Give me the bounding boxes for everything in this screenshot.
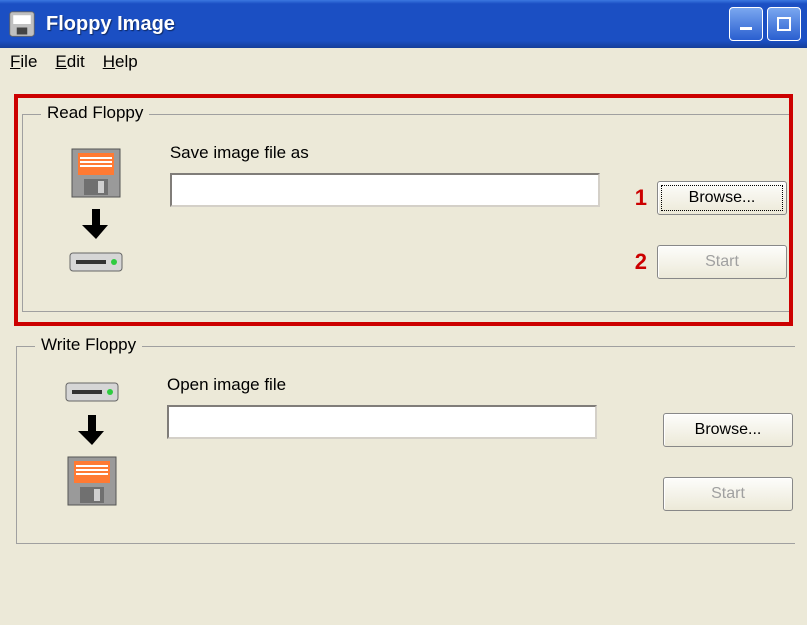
menu-edit[interactable]: Edit [55, 52, 84, 72]
annotation-1: 1 [625, 185, 647, 211]
annotation-2: 2 [625, 249, 647, 275]
titlebar: Floppy Image [0, 0, 807, 48]
group-read-floppy: Read Floppy [22, 114, 789, 312]
group-read-legend: Read Floppy [41, 103, 149, 123]
arrow-down-icon [82, 207, 110, 241]
drive-icon [68, 247, 124, 277]
client-area: Read Floppy [0, 78, 807, 570]
minimize-button[interactable] [729, 7, 763, 41]
read-path-input[interactable] [170, 173, 600, 207]
read-start-button[interactable]: Start [657, 245, 787, 279]
highlight-frame: Read Floppy [14, 94, 793, 326]
read-icon-column [23, 143, 170, 277]
menubar: File Edit Help [0, 48, 807, 78]
read-browse-button[interactable]: Browse... [657, 181, 787, 215]
write-icon-column [17, 375, 167, 509]
menu-help[interactable]: Help [103, 52, 138, 72]
write-label: Open image file [167, 375, 602, 395]
read-label: Save image file as [170, 143, 600, 163]
menu-file[interactable]: File [10, 52, 37, 72]
app-icon [8, 10, 36, 38]
write-browse-button[interactable]: Browse... [663, 413, 793, 447]
group-write-floppy: Write Floppy [16, 346, 795, 544]
arrow-down-icon [78, 413, 106, 447]
drive-icon [64, 377, 120, 407]
floppy-disk-icon [68, 145, 124, 201]
group-write-legend: Write Floppy [35, 335, 142, 355]
floppy-disk-icon [64, 453, 120, 509]
window-title: Floppy Image [46, 13, 725, 36]
write-path-input[interactable] [167, 405, 597, 439]
maximize-button[interactable] [767, 7, 801, 41]
write-start-button[interactable]: Start [663, 477, 793, 511]
